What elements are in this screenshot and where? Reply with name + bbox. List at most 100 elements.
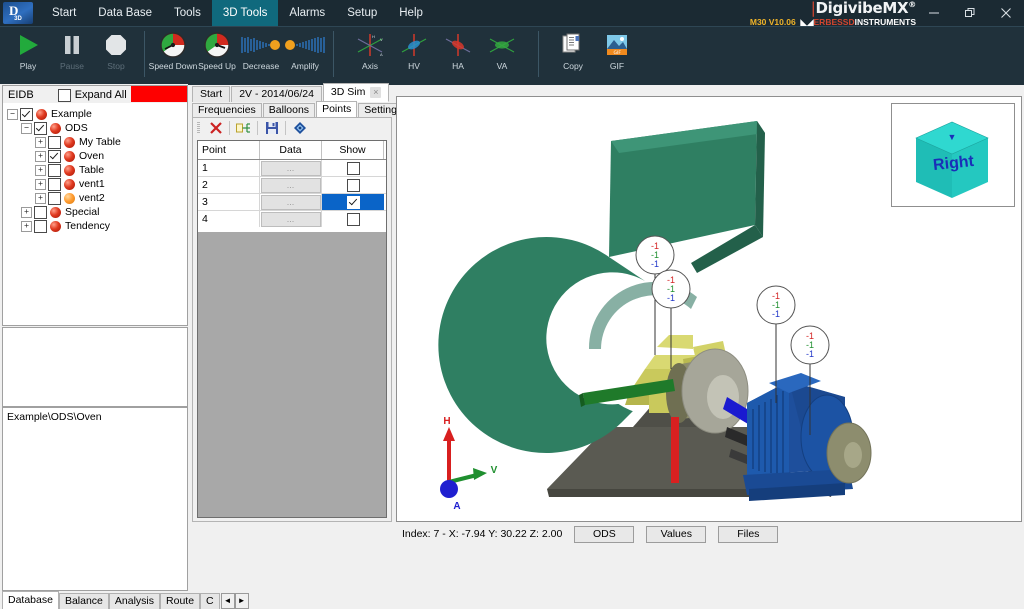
expander-icon[interactable]: +	[21, 206, 32, 218]
tree-item-ods[interactable]: − ODS	[3, 121, 187, 135]
menu-item-tools[interactable]: Tools	[163, 0, 212, 26]
decrease-button[interactable]: Decrease	[239, 27, 283, 87]
3d-viewport[interactable]: -1 -1 -1 -1 -1 -1 -1 -1 -1 -1 -1 -1 H V …	[396, 96, 1022, 522]
table-row[interactable]: 1 ...	[198, 160, 386, 177]
sidebar-tab-balance[interactable]: Balance	[58, 593, 109, 609]
table-row[interactable]: 2 ...	[198, 177, 386, 194]
cell-data[interactable]: ...	[260, 194, 322, 210]
points-table[interactable]: Point Data Show 1 ... 2 ... 3 ... 4 ...	[197, 140, 387, 234]
cell-show[interactable]	[322, 211, 384, 227]
tree-item-oven[interactable]: + Oven	[3, 149, 187, 163]
expander-icon[interactable]: +	[35, 164, 46, 176]
sidebar-tab-c[interactable]: C	[200, 593, 220, 609]
pause-button[interactable]: Pause	[50, 27, 94, 87]
sidebar-tab-database[interactable]: Database	[2, 591, 59, 609]
expander-icon[interactable]: +	[35, 178, 46, 190]
tree-checkbox[interactable]	[48, 163, 61, 177]
show-checkbox[interactable]	[346, 212, 360, 226]
data-cell-button[interactable]: ...	[260, 177, 321, 193]
expander-icon[interactable]: −	[21, 122, 32, 134]
table-row[interactable]: 4 ...	[198, 211, 386, 227]
hv-button[interactable]: HV	[392, 27, 436, 87]
data-cell-button[interactable]: ...	[260, 160, 321, 176]
cell-data[interactable]: ...	[260, 211, 322, 227]
subtab-balloons[interactable]: Balloons	[262, 103, 316, 117]
menu-item-help[interactable]: Help	[388, 0, 434, 26]
sidebar-tab-route[interactable]: Route	[160, 593, 201, 609]
show-checkbox[interactable]	[346, 161, 360, 175]
tree-item-vent1[interactable]: + vent1	[3, 177, 187, 191]
ods-button[interactable]: ODS	[574, 525, 635, 543]
tree-item-special[interactable]: + Special	[3, 205, 187, 219]
cell-data[interactable]: ...	[260, 177, 322, 193]
expander-icon[interactable]: −	[7, 108, 18, 120]
gif-button[interactable]: GIF GIF	[595, 27, 639, 87]
ribbon-group-axes: H V A Axis HV HA VA	[340, 27, 524, 85]
decrease-button-label: Decrease	[242, 61, 280, 71]
sidebar-tab-analysis[interactable]: Analysis	[108, 593, 161, 609]
tree-item-tendency[interactable]: + Tendency	[3, 219, 187, 233]
copy-button[interactable]: Copy	[551, 27, 595, 87]
tree-checkbox[interactable]	[48, 191, 61, 205]
cell-show[interactable]	[322, 194, 384, 210]
stop-button[interactable]: Stop	[94, 27, 138, 87]
cell-data[interactable]: ...	[260, 160, 322, 176]
point-info-button[interactable]	[290, 120, 309, 137]
tree-checkbox[interactable]	[48, 135, 61, 149]
tree-checkbox[interactable]	[48, 149, 61, 163]
scroll-left-icon[interactable]: ◄	[220, 593, 235, 609]
tree-item-table[interactable]: + Table	[3, 163, 187, 177]
tree-item-example[interactable]: − Example	[3, 107, 187, 121]
machine-tree[interactable]: − Example − ODS + My Table + Oven + Tabl…	[2, 103, 188, 326]
delete-point-button[interactable]	[206, 120, 225, 137]
data-cell-button[interactable]: ...	[260, 194, 321, 210]
ha-button[interactable]: HA	[436, 27, 480, 87]
tree-checkbox[interactable]	[48, 177, 61, 191]
tab-start[interactable]: Start	[192, 86, 231, 102]
save-points-button[interactable]	[262, 120, 281, 137]
play-button[interactable]: Play	[6, 27, 50, 87]
amplify-button[interactable]: Amplify	[283, 27, 327, 87]
data-cell-button[interactable]: ...	[260, 211, 321, 227]
tree-checkbox[interactable]	[20, 107, 33, 121]
menu-item-start[interactable]: Start	[41, 0, 87, 26]
va-button[interactable]: VA	[480, 27, 524, 87]
menu-item-data-base[interactable]: Data Base	[87, 0, 163, 26]
values-button[interactable]: Values	[646, 525, 707, 543]
cell-show[interactable]	[322, 160, 384, 176]
cell-show[interactable]	[322, 177, 384, 193]
tree-item-vent2[interactable]: + vent2	[3, 191, 187, 205]
speed-down-button[interactable]: Speed Down	[149, 27, 197, 87]
expand-all-checkbox[interactable]	[57, 88, 71, 102]
tab-2v-measurement[interactable]: 2V - 2014/06/24	[231, 86, 322, 102]
assign-point-button[interactable]	[234, 120, 253, 137]
scroll-right-icon[interactable]: ►	[234, 593, 249, 609]
minimize-icon[interactable]	[916, 0, 952, 26]
subtab-points[interactable]: Points	[316, 101, 358, 117]
speed-up-button[interactable]: Speed Up	[195, 27, 239, 87]
orientation-cube-icon[interactable]: Right ▼	[892, 104, 1012, 204]
show-checkbox[interactable]	[346, 178, 360, 192]
menu-item-setup[interactable]: Setup	[336, 0, 388, 26]
tab-close-icon[interactable]: ×	[370, 87, 382, 98]
close-icon[interactable]	[988, 0, 1024, 26]
tab-3d-sim[interactable]: 3D Sim ×	[322, 83, 390, 102]
restore-icon[interactable]	[952, 0, 988, 26]
expander-icon[interactable]: +	[21, 220, 32, 232]
orientation-cube-panel[interactable]: Right ▼	[891, 103, 1015, 207]
menu-item-alarms[interactable]: Alarms	[278, 0, 336, 26]
tree-checkbox[interactable]	[34, 205, 47, 219]
expander-icon[interactable]: +	[35, 150, 46, 162]
tree-checkbox[interactable]	[34, 219, 47, 233]
expand-all-control[interactable]: Expand All	[57, 88, 127, 102]
expander-icon[interactable]: +	[35, 192, 46, 204]
expander-icon[interactable]: +	[35, 136, 46, 148]
files-button[interactable]: Files	[718, 525, 779, 543]
table-row[interactable]: 3 ...	[198, 194, 386, 211]
tree-item-my-table[interactable]: + My Table	[3, 135, 187, 149]
subtab-frequencies[interactable]: Frequencies	[192, 103, 262, 117]
menu-item-3d-tools[interactable]: 3D Tools	[211, 0, 279, 26]
show-checkbox[interactable]	[346, 195, 360, 209]
tree-checkbox[interactable]	[34, 121, 47, 135]
axis-button[interactable]: H V A Axis	[348, 27, 392, 87]
